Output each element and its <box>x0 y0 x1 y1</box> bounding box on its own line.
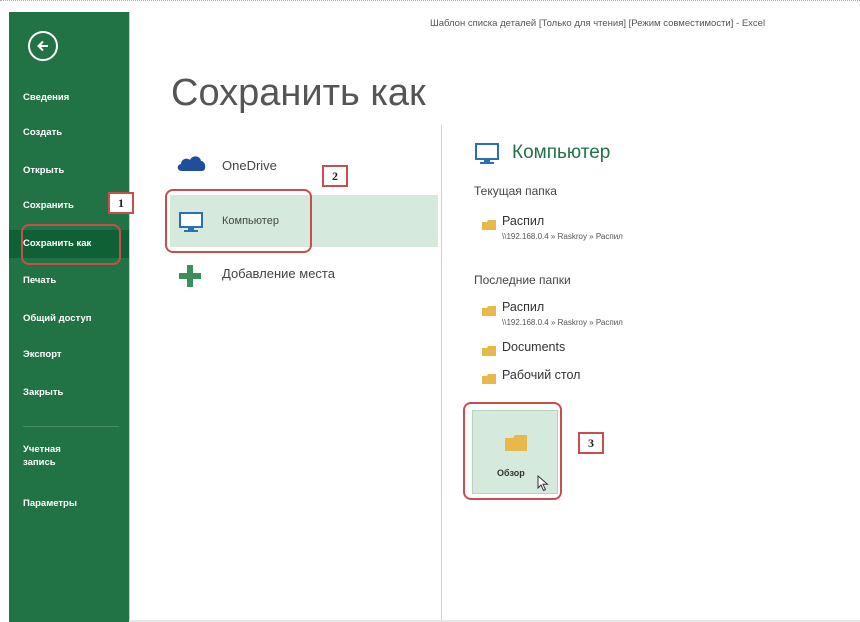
backstage-sidebar: Сведения Создать Открыть Сохранить Сохра… <box>9 12 129 622</box>
pane-divider <box>441 125 442 622</box>
sidebar-item-close[interactable]: Закрыть <box>9 381 129 405</box>
sidebar-item-options[interactable]: Параметры <box>9 492 129 516</box>
recent-folder-name: Распил <box>502 300 545 314</box>
recent-folder-name: Рабочий стол <box>502 368 581 382</box>
sidebar-item-share[interactable]: Общий доступ <box>9 307 129 331</box>
monitor-icon <box>474 142 500 171</box>
sidebar-item-info[interactable]: Сведения <box>9 86 129 110</box>
arrow-left-circle-icon <box>37 40 48 52</box>
current-folder-name: Распил <box>502 214 545 228</box>
folder-icon <box>482 217 496 235</box>
step-badge-3: 3 <box>578 432 604 454</box>
plus-icon <box>178 264 202 291</box>
computer-pane: Компьютер Текущая папка Распил \\192.168… <box>466 140 856 620</box>
top-edge <box>0 0 860 7</box>
step-badge-2: 2 <box>322 165 348 187</box>
sidebar-item-account-line2: запись <box>23 457 56 468</box>
page-title: Сохранить как <box>171 72 426 114</box>
sidebar-item-new[interactable]: Создать <box>9 121 129 145</box>
folder-icon <box>482 371 496 389</box>
place-onedrive[interactable]: OneDrive <box>158 140 438 192</box>
place-add-location-label: Добавление места <box>222 266 335 281</box>
place-onedrive-label: OneDrive <box>222 158 277 173</box>
sidebar-item-account[interactable]: Учетная запись <box>9 437 129 477</box>
highlight-save-as <box>21 224 121 265</box>
recent-folder-name: Documents <box>502 340 566 354</box>
sidebar-item-print[interactable]: Печать <box>9 269 129 293</box>
content-left-border <box>129 12 130 622</box>
recent-folder-path: \\192.168.0.4 » Raskroy » Распил <box>502 318 623 327</box>
sidebar-item-account-line1: Учетная <box>23 444 61 455</box>
highlight-computer <box>165 189 312 253</box>
step-badge-1: 1 <box>108 192 134 214</box>
current-folder-label: Текущая папка <box>474 184 557 198</box>
place-add-location[interactable]: Добавление места <box>158 250 438 302</box>
sidebar-item-open[interactable]: Открыть <box>9 159 129 183</box>
window-title: Шаблон списка деталей [Только для чтения… <box>430 18 766 29</box>
folder-icon <box>482 343 496 361</box>
highlight-browse <box>463 402 562 500</box>
computer-heading-label: Компьютер <box>512 142 611 163</box>
current-folder-path: \\192.168.0.4 » Raskroy » Распил <box>502 232 623 241</box>
folder-icon <box>482 303 496 321</box>
cloud-icon <box>176 153 208 176</box>
sidebar-item-export[interactable]: Экспорт <box>9 343 129 367</box>
recent-folders-label: Последние папки <box>474 273 571 287</box>
back-button[interactable] <box>28 31 58 61</box>
sidebar-divider <box>23 426 119 427</box>
